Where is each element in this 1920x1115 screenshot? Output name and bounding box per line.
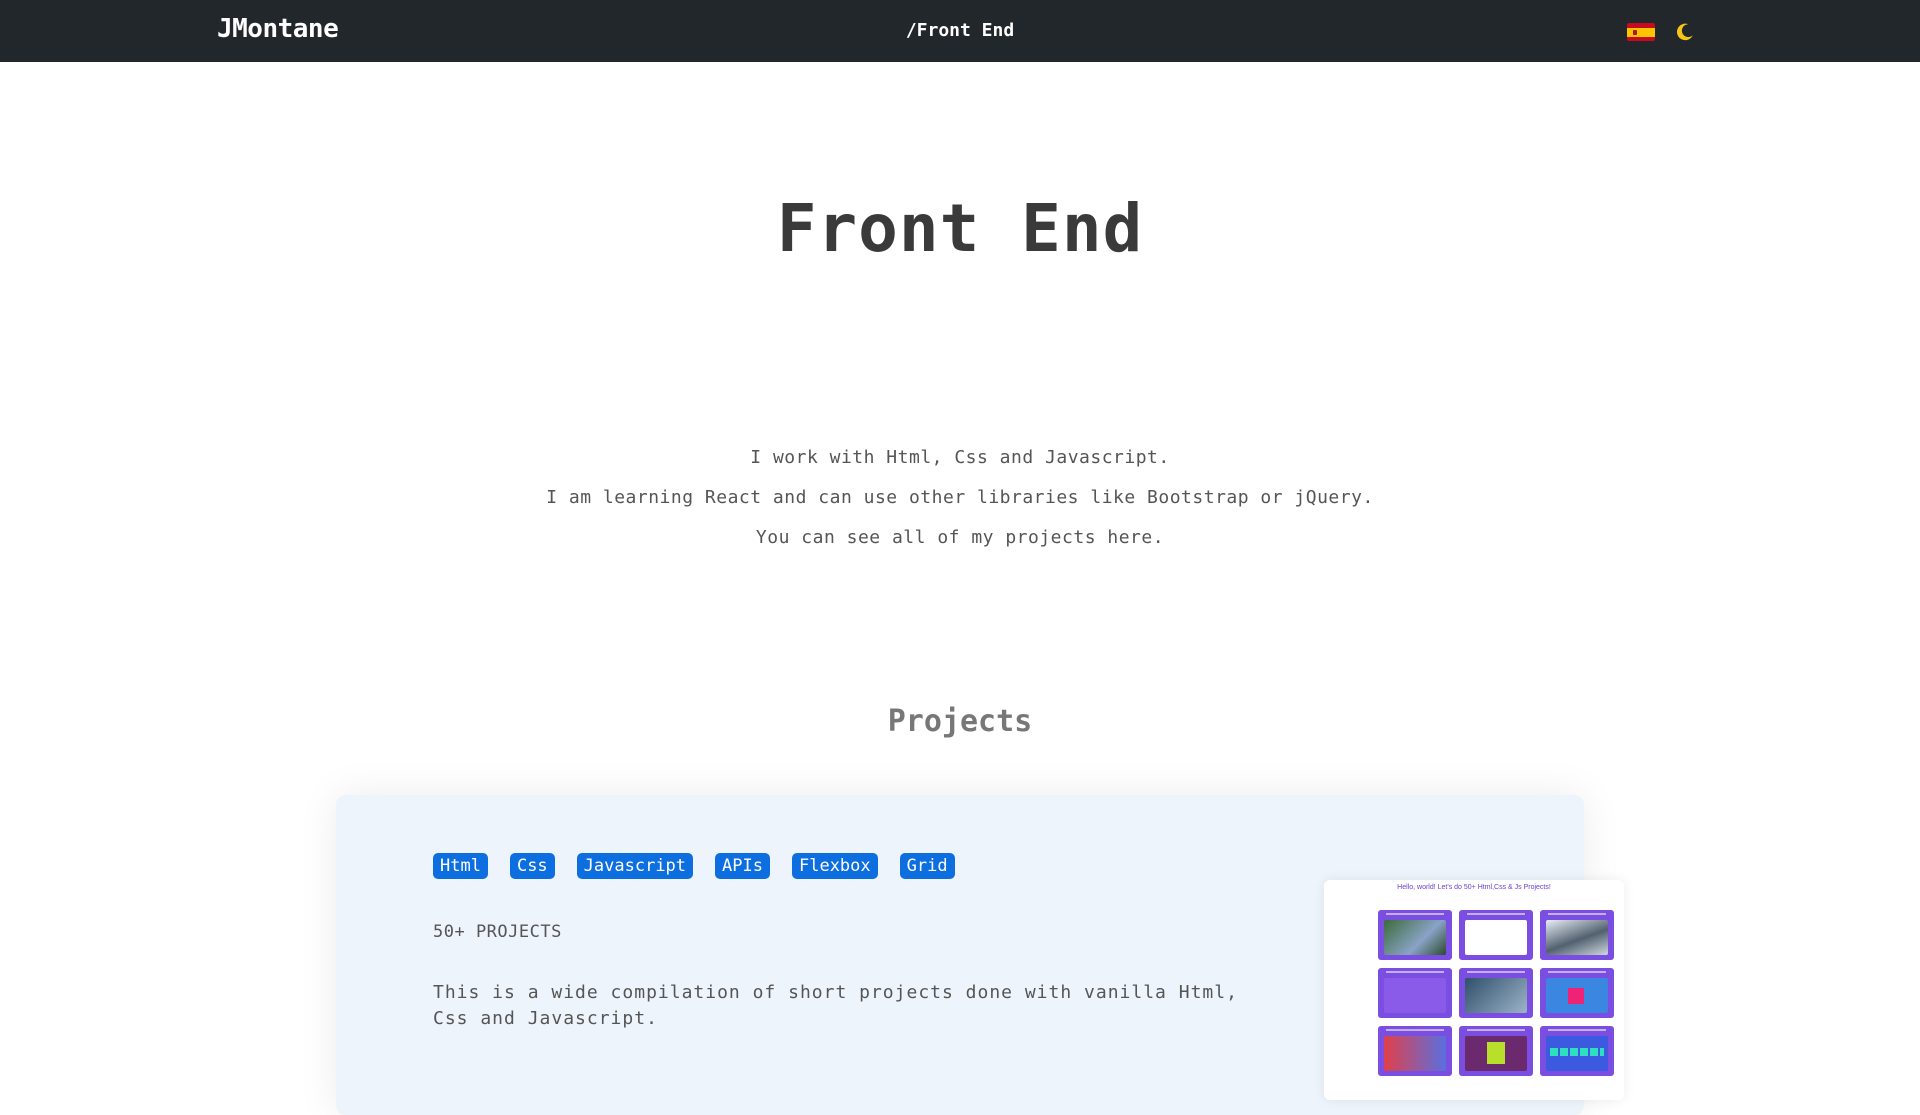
tag-apis: APIs: [715, 853, 770, 879]
project-preview-image[interactable]: Hello, world! Let's do 50+ Html,Css & Js…: [1324, 880, 1624, 1100]
tag-list: Html Css Javascript APIs Flexbox Grid: [433, 853, 955, 879]
preview-thumbnail: [1378, 1026, 1452, 1076]
intro-line: I work with Html, Css and Javascript.: [750, 447, 1170, 468]
tag-css: Css: [509, 853, 555, 879]
projects-heading: Projects: [887, 704, 1033, 739]
preview-thumbnail: [1459, 968, 1533, 1018]
preview-thumbnail: [1540, 1026, 1614, 1076]
top-navbar: JMontane /Front End: [0, 0, 1920, 62]
preview-thumbnail: [1459, 910, 1533, 960]
intro-line: You can see all of my projects here.: [755, 527, 1165, 548]
project-description: This is a wide compilation of short proj…: [433, 982, 1238, 1029]
moon-icon[interactable]: [1674, 21, 1696, 43]
preview-thumbnail: [1378, 910, 1452, 960]
tag-flexbox: Flexbox: [791, 853, 878, 879]
tag-javascript: Javascript: [576, 853, 694, 879]
preview-heading: Hello, world! Let's do 50+ Html,Css & Js…: [1397, 884, 1551, 891]
intro-line: I am learning React and can use other li…: [546, 487, 1374, 508]
preview-thumbnail: [1378, 968, 1452, 1018]
intro-text: I work with Html, Css and Javascript. I …: [0, 438, 1920, 558]
project-title: 50+ PROJECTS: [433, 922, 562, 942]
preview-thumbnail-grid: [1378, 910, 1614, 1076]
page-title: Front End: [776, 190, 1144, 267]
spain-flag-icon[interactable]: [1627, 23, 1655, 41]
preview-thumbnail: [1459, 1026, 1533, 1076]
preview-thumbnail: [1540, 910, 1614, 960]
tag-grid: Grid: [899, 853, 955, 879]
tag-html: Html: [433, 853, 488, 879]
preview-thumbnail: [1540, 968, 1614, 1018]
